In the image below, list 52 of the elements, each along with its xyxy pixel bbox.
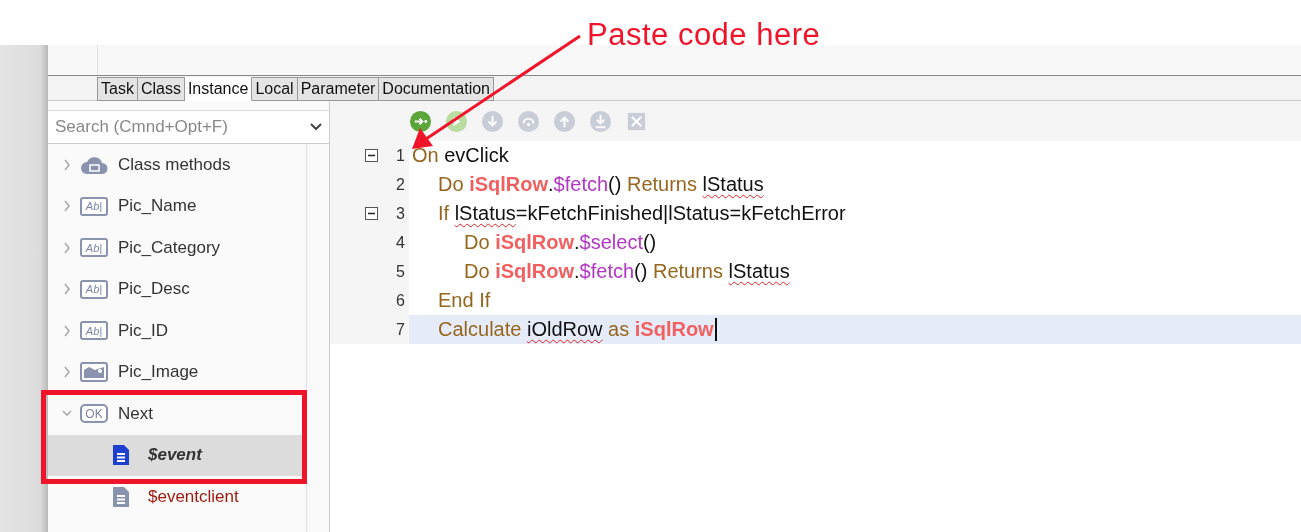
method-name: $eventclient: [148, 486, 239, 507]
cloud-folder-icon: [80, 154, 108, 175]
code-line: On evClick: [411, 143, 510, 168]
search-input[interactable]: Search (Cmnd+Opt+F): [55, 117, 309, 137]
line-number: 5: [395, 262, 406, 281]
chevron-right-icon[interactable]: [62, 240, 72, 255]
line-number: 3: [395, 204, 406, 223]
tab[interactable]: Local: [252, 77, 298, 101]
tab[interactable]: Parameter: [297, 77, 380, 101]
chevron-right-icon[interactable]: [62, 157, 72, 172]
search-field[interactable]: Search (Cmnd+Opt+F): [48, 110, 329, 144]
tree-item[interactable]: Next: [118, 403, 153, 424]
go-icon[interactable]: [409, 109, 432, 133]
image-field-icon: [80, 362, 108, 383]
line-number: 1: [395, 146, 406, 165]
chevron-right-icon[interactable]: [62, 323, 72, 338]
method-name: $event: [148, 445, 202, 466]
line-number: 7: [395, 320, 406, 339]
collapse-icon[interactable]: [365, 149, 378, 162]
line-number: 4: [395, 233, 406, 252]
text-field-icon: Ab|: [80, 238, 108, 258]
text-cursor: [714, 318, 717, 341]
button-icon: OK: [80, 404, 108, 424]
chevron-down-icon[interactable]: [309, 122, 323, 132]
chevron-right-icon[interactable]: [62, 199, 72, 214]
collapse-icon[interactable]: [365, 207, 378, 220]
code-line: Do iSqlRow.$fetch() Returns lStatus: [437, 172, 765, 197]
tab[interactable]: Class: [137, 77, 185, 101]
line-number: 2: [395, 175, 406, 194]
annotation-text: Paste code here: [587, 17, 821, 53]
tree-item[interactable]: Pic_ID: [118, 320, 169, 341]
code-line: Do iSqlRow.$select(): [463, 230, 658, 255]
tree-item[interactable]: Pic_Category: [118, 237, 221, 258]
document-icon: [111, 485, 131, 508]
tree-item[interactable]: Pic_Desc: [118, 279, 190, 300]
tree-item[interactable]: Pic_Image: [118, 362, 199, 383]
text-field-icon: Ab|: [80, 196, 108, 216]
chevron-right-icon[interactable]: [62, 365, 72, 380]
text-field-icon: Ab|: [80, 279, 108, 299]
chevron-right-icon[interactable]: [62, 282, 72, 297]
tree-item[interactable]: Class methods: [118, 154, 231, 175]
tree-item[interactable]: Pic_Name: [118, 196, 197, 217]
code-line: Do iSqlRow.$fetch() Returns lStatus: [463, 259, 791, 284]
tab[interactable]: Instance: [184, 77, 253, 101]
code-line: If lStatus=kFetchFinished|lStatus=kFetchError: [437, 201, 847, 226]
tab[interactable]: Documentation: [379, 77, 494, 101]
document-icon: [111, 444, 131, 467]
text-field-icon: Ab|: [80, 321, 108, 341]
line-number: 6: [395, 291, 406, 310]
tree-item-row[interactable]: $eventclient: [48, 476, 306, 518]
tab[interactable]: Task: [97, 77, 138, 101]
code-line: End If: [437, 288, 492, 313]
